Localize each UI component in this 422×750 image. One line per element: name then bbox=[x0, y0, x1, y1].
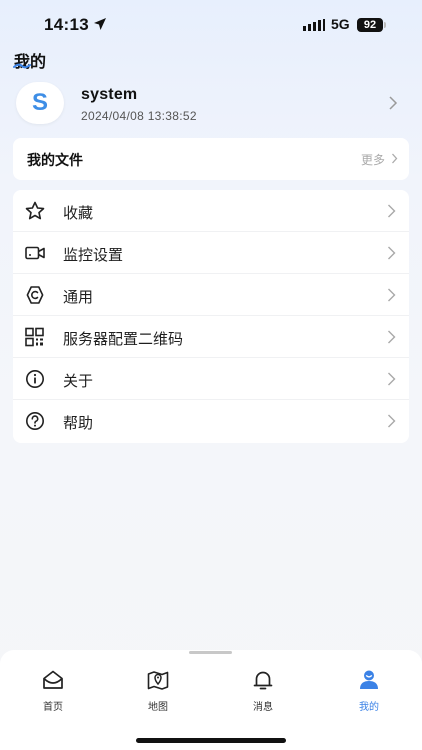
menu-item-label: 收藏 bbox=[63, 204, 94, 222]
tab-home[interactable]: 首页 bbox=[23, 666, 83, 716]
title-underline-decoration bbox=[13, 63, 31, 69]
battery-level: 92 bbox=[357, 18, 383, 32]
my-files-card[interactable]: 我的文件 更多 bbox=[13, 138, 409, 180]
network-type: 5G bbox=[331, 16, 350, 32]
help-icon bbox=[26, 412, 44, 430]
profile-header[interactable]: S system 2024/04/08 13:38:52 bbox=[14, 80, 408, 126]
battery-tip bbox=[384, 22, 386, 28]
drag-handle[interactable] bbox=[189, 651, 232, 654]
chevron-right-icon bbox=[388, 414, 396, 428]
tab-label: 首页 bbox=[43, 702, 63, 713]
star-icon bbox=[25, 201, 45, 220]
settings-icon bbox=[26, 286, 44, 304]
menu-item-general[interactable]: 通用 bbox=[13, 274, 409, 316]
tab-profile[interactable]: 我的 bbox=[339, 666, 399, 716]
my-files-title: 我的文件 bbox=[27, 153, 83, 169]
chevron-right-icon bbox=[392, 153, 398, 164]
tab-label: 地图 bbox=[148, 702, 168, 713]
menu-item-server-qr-code[interactable]: 服务器配置二维码 bbox=[13, 316, 409, 358]
bell-icon bbox=[253, 671, 273, 690]
more-link[interactable]: 更多 bbox=[361, 151, 385, 168]
home-icon bbox=[43, 670, 63, 689]
chevron-right-icon bbox=[388, 246, 396, 260]
menu-item-monitor-settings[interactable]: 监控设置 bbox=[13, 232, 409, 274]
status-bar: 14:13 5G 92 bbox=[0, 0, 422, 50]
menu-item-label: 帮助 bbox=[63, 414, 94, 432]
tab-messages[interactable]: 消息 bbox=[233, 666, 293, 716]
settings-menu: 收藏 监控设置 通用 服务器配置二维码 关于 帮助 bbox=[13, 190, 409, 443]
user-icon bbox=[360, 670, 378, 689]
qr-code-icon bbox=[25, 327, 44, 347]
menu-item-about[interactable]: 关于 bbox=[13, 358, 409, 400]
status-time: 14:13 bbox=[44, 15, 89, 34]
menu-item-favorites[interactable]: 收藏 bbox=[13, 190, 409, 232]
menu-item-help[interactable]: 帮助 bbox=[13, 400, 409, 442]
tab-map[interactable]: 地图 bbox=[128, 666, 188, 716]
menu-item-label: 关于 bbox=[63, 372, 94, 390]
chevron-right-icon bbox=[388, 330, 396, 344]
camera-icon bbox=[25, 246, 45, 260]
menu-item-label: 监控设置 bbox=[63, 246, 124, 264]
username: system bbox=[81, 86, 138, 103]
tab-label: 消息 bbox=[253, 702, 273, 713]
home-indicator bbox=[136, 738, 286, 743]
chevron-right-icon bbox=[388, 372, 396, 386]
chevron-right-icon bbox=[388, 204, 396, 218]
bottom-tab-bar: 首页 地图 消息 我的 bbox=[0, 650, 422, 750]
chevron-right-icon bbox=[389, 96, 398, 110]
signal-bars-icon bbox=[303, 19, 325, 31]
avatar[interactable]: S bbox=[16, 82, 64, 124]
login-time: 2024/04/08 13:38:52 bbox=[81, 109, 197, 123]
location-arrow-icon bbox=[94, 18, 106, 30]
info-icon bbox=[26, 370, 44, 388]
chevron-right-icon bbox=[388, 288, 396, 302]
map-icon bbox=[147, 671, 169, 690]
menu-item-label: 通用 bbox=[63, 288, 94, 306]
menu-item-label: 服务器配置二维码 bbox=[63, 330, 184, 348]
tab-label: 我的 bbox=[359, 702, 379, 713]
